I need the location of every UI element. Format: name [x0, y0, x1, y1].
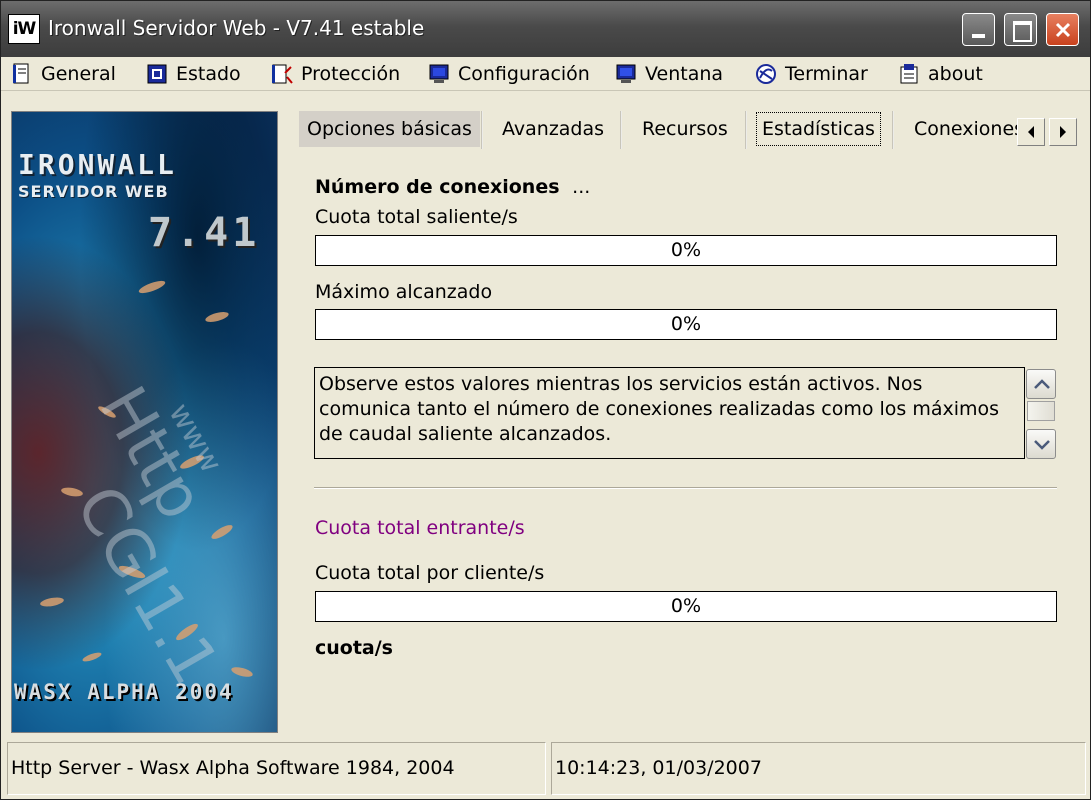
scroll-thumb[interactable] [1027, 401, 1055, 421]
chevron-up-icon [1034, 379, 1050, 389]
outgoing-quota-label: Cuota total saliente/s [315, 206, 518, 228]
tab-separator [481, 111, 483, 149]
menu-item-estado[interactable]: Estado [146, 61, 241, 87]
monitor-icon [429, 64, 449, 83]
menu-item-terminar[interactable]: Terminar [755, 61, 868, 87]
tab-avanzadas[interactable]: Avanzadas [494, 111, 612, 147]
menu-label-configuracion: Configuración [458, 63, 590, 85]
tab-opciones-basicas[interactable]: Opciones básicas [299, 111, 480, 147]
menu-item-general[interactable]: General [11, 61, 116, 87]
info-textbox-scrollbar[interactable] [1026, 369, 1057, 459]
document-icon [13, 63, 29, 84]
tab-separator [892, 111, 894, 149]
banner-version: 7.41 [148, 210, 261, 256]
protection-icon [272, 64, 293, 84]
window-title: Ironwall Servidor Web - V7.41 estable [48, 16, 425, 40]
banner-title: IRONWALL [18, 148, 177, 181]
banner-footer: WASX ALPHA 2004 [14, 680, 234, 704]
menu-item-ventana[interactable]: Ventana [615, 61, 723, 87]
status-bar-info: Http Server - Wasx Alpha Software 1984, … [7, 742, 546, 795]
app-icon[interactable]: iW [8, 14, 40, 44]
arrow-left-icon [1028, 126, 1034, 138]
section-divider [314, 487, 1057, 489]
chevron-down-icon [1034, 440, 1050, 450]
banner-subtitle: SERVIDOR WEB [18, 182, 169, 201]
window-icon [616, 64, 636, 83]
connections-heading-text: Número de conexiones [315, 176, 560, 198]
status-bar-datetime: 10:14:23, 01/03/2007 [551, 742, 1086, 795]
maximize-button[interactable] [1004, 13, 1037, 46]
menu-label-estado: Estado [176, 63, 241, 85]
menu-label-general: General [41, 63, 116, 85]
menu-label-proteccion: Protección [301, 63, 401, 85]
status-icon [147, 64, 167, 84]
menu-label-ventana: Ventana [645, 63, 724, 85]
menu-label-terminar: Terminar [785, 63, 868, 85]
menu-bar: General Estado Protección Configuración … [1, 57, 1090, 91]
tab-scroll-right-button[interactable] [1049, 118, 1077, 146]
menu-label-about: about [928, 63, 983, 85]
product-banner-image: Http CGI1.1 www IRONWALL SERVIDOR WEB 7.… [11, 111, 278, 733]
outgoing-quota-progress-bar: 0% [315, 235, 1057, 266]
scroll-down-button[interactable] [1026, 429, 1056, 459]
app-window: iW Ironwall Servidor Web - V7.41 estable… [0, 0, 1091, 800]
outgoing-quota-value: 0% [670, 239, 702, 261]
max-reached-value: 0% [670, 313, 702, 335]
menu-item-configuracion[interactable]: Configuración [428, 61, 590, 87]
tab-separator [620, 111, 622, 149]
close-icon [1055, 22, 1071, 38]
connections-count: ... [572, 176, 591, 198]
quota-unit-label: cuota/s [315, 637, 393, 659]
minimize-button[interactable] [962, 13, 995, 46]
tab-scroll-left-button[interactable] [1017, 118, 1045, 146]
max-reached-label: Máximo alcanzado [315, 281, 493, 303]
about-icon [900, 64, 918, 84]
per-client-quota-label: Cuota total por cliente/s [315, 562, 545, 584]
per-client-quota-progress-bar: 0% [315, 591, 1057, 622]
connections-heading: Número de conexiones ... [315, 176, 590, 198]
fish-decoration: Http CGI1.1 www [40, 280, 253, 697]
tab-recursos[interactable]: Recursos [634, 111, 736, 147]
menu-item-about[interactable]: about [898, 61, 983, 87]
incoming-quota-label: Cuota total entrante/s [315, 517, 525, 539]
scroll-up-button[interactable] [1026, 369, 1056, 399]
per-client-quota-value: 0% [670, 595, 702, 617]
tab-separator [745, 111, 747, 149]
tab-estadisticas[interactable]: Estadísticas [756, 112, 881, 146]
tab-conexiones[interactable]: Conexiones [906, 111, 1018, 147]
max-reached-progress-bar: 0% [315, 309, 1057, 340]
menu-item-proteccion[interactable]: Protección [271, 61, 400, 87]
close-button[interactable] [1046, 13, 1079, 46]
title-bar[interactable]: iW Ironwall Servidor Web - V7.41 estable [1, 1, 1090, 57]
exit-icon [756, 64, 776, 84]
info-textbox[interactable]: Observe estos valores mientras los servi… [314, 367, 1025, 459]
arrow-right-icon [1060, 126, 1066, 138]
